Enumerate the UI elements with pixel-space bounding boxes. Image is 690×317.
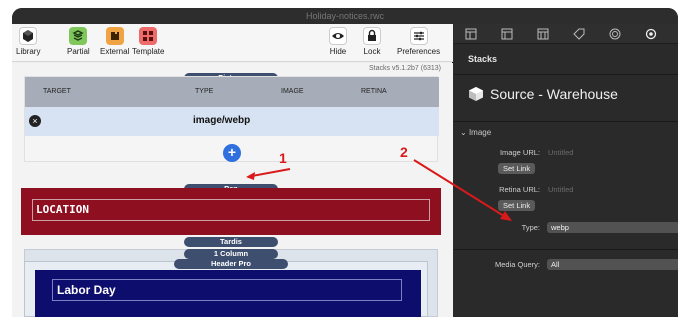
page-icon xyxy=(501,28,513,40)
type-select-value: webp xyxy=(551,223,569,232)
annotation-number-two: 2 xyxy=(400,144,408,160)
retina-url-value: Untitled xyxy=(548,185,574,194)
partial-label: Partial xyxy=(67,47,90,56)
media-query-select[interactable]: All ⇕ xyxy=(547,259,678,270)
toolbar: Library Partial External Template Hide L… xyxy=(12,24,453,62)
annotation-arrow-one xyxy=(246,168,291,180)
chevron-updown-icon: ⇕ xyxy=(677,259,678,270)
hide-label: Hide xyxy=(329,47,347,56)
external-label: External xyxy=(100,47,130,56)
preferences-label: Preferences xyxy=(397,47,441,56)
sliders-icon xyxy=(409,27,428,45)
source-title: Source - Warehouse xyxy=(468,86,618,102)
tag-icon xyxy=(573,28,585,40)
inspector-tabbar xyxy=(454,24,678,44)
target-icon xyxy=(609,28,621,40)
picture-table-header: TARGET TYPE IMAGE RETINA xyxy=(25,77,439,107)
image-section-label: Image xyxy=(468,128,492,137)
site-icon xyxy=(537,28,549,40)
library-icon xyxy=(19,27,38,45)
tab-layout[interactable] xyxy=(464,27,478,41)
app-window: Holiday-notices.rwc Library Partial Exte… xyxy=(12,8,678,317)
gear-icon xyxy=(645,28,657,40)
one-column-stack-label[interactable]: 1 Column xyxy=(184,249,278,259)
row-type-value: image/webp xyxy=(193,115,251,126)
column-retina: RETINA xyxy=(361,88,387,95)
media-query-select-value: All xyxy=(551,260,560,269)
image-url-label: Image URL: xyxy=(499,148,540,157)
window-title: Holiday-notices.rwc xyxy=(12,8,678,24)
add-source-button[interactable]: + xyxy=(223,144,241,162)
picture-stack[interactable]: TARGET TYPE IMAGE RETINA × image/webp + xyxy=(24,76,439,162)
tardis-stack-label[interactable]: Tardis xyxy=(184,237,278,247)
pen-stack[interactable]: LOCATION xyxy=(21,188,441,235)
partial-icon xyxy=(69,27,88,45)
stacks-version: Stacks v5.1.2b7 (6313) xyxy=(369,65,441,72)
eye-icon xyxy=(329,27,347,45)
media-query-label: Media Query: xyxy=(494,260,540,269)
annotation-number-one: 1 xyxy=(279,150,287,166)
column-target: TARGET xyxy=(43,88,71,95)
divider xyxy=(454,249,678,250)
library-button[interactable]: Library xyxy=(16,27,40,56)
column-image: IMAGE xyxy=(281,88,304,95)
preferences-button[interactable]: Preferences xyxy=(397,27,440,56)
template-button[interactable]: Template xyxy=(132,27,164,56)
template-label: Template xyxy=(132,47,165,56)
divider xyxy=(454,74,678,75)
annotation-arrow-two xyxy=(413,159,512,221)
page-canvas: Stacks v5.1.2b7 (6313) Picture TARGET TY… xyxy=(12,63,453,317)
tab-resources[interactable] xyxy=(608,27,622,41)
header-pro-stack[interactable]: Labor Day xyxy=(35,270,421,317)
column-type: TYPE xyxy=(195,88,214,95)
layout-icon xyxy=(465,28,477,40)
partial-button[interactable]: Partial xyxy=(67,27,90,56)
external-icon xyxy=(105,27,124,45)
panel-title: Stacks xyxy=(468,54,498,64)
divider xyxy=(454,121,678,122)
template-icon xyxy=(139,27,158,45)
image-section-toggle[interactable]: ⌄ Image xyxy=(460,128,491,137)
source-title-text: Source - Warehouse xyxy=(490,86,618,102)
editor-pane: Library Partial External Template Hide L… xyxy=(12,24,453,317)
image-url-value: Untitled xyxy=(548,148,574,157)
lock-icon xyxy=(363,27,381,45)
tab-tags[interactable] xyxy=(572,27,586,41)
labor-day-text[interactable]: Labor Day xyxy=(52,279,402,301)
lock-button[interactable]: Lock xyxy=(363,27,381,56)
cube-icon xyxy=(469,87,483,101)
tab-stacks[interactable] xyxy=(644,27,658,41)
screenshot-frame: Holiday-notices.rwc Library Partial Exte… xyxy=(0,0,690,317)
location-text[interactable]: LOCATION xyxy=(32,199,430,221)
type-select[interactable]: webp ⇕ xyxy=(547,222,678,233)
tab-site[interactable] xyxy=(536,27,550,41)
tab-page[interactable] xyxy=(500,27,514,41)
lock-label: Lock xyxy=(363,47,381,56)
delete-row-icon[interactable]: × xyxy=(29,115,41,127)
external-button[interactable]: External xyxy=(100,27,129,56)
table-row[interactable]: × image/webp xyxy=(25,107,439,136)
chevron-updown-icon: ⇕ xyxy=(677,222,678,233)
library-label: Library xyxy=(16,47,41,56)
header-pro-stack-label[interactable]: Header Pro xyxy=(174,259,288,269)
hide-button[interactable]: Hide xyxy=(329,27,347,56)
